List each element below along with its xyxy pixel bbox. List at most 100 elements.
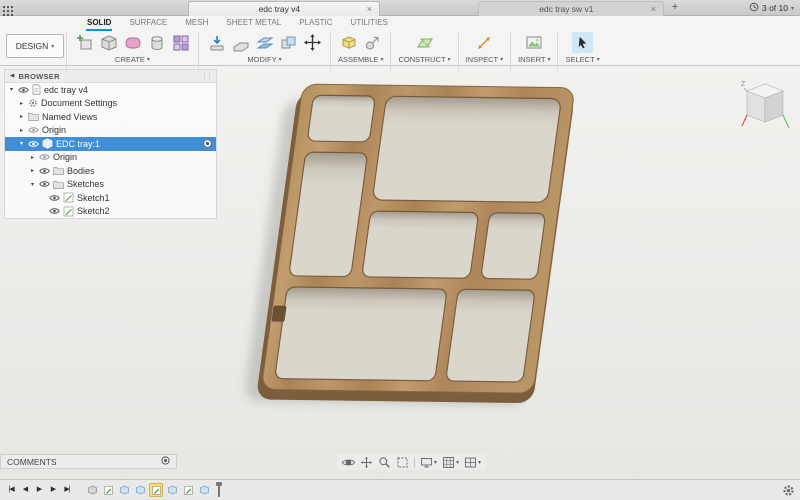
timeline-step-back-button[interactable]: ◀: [19, 483, 31, 497]
shell-button[interactable]: [254, 32, 275, 53]
fillet-button[interactable]: [230, 32, 251, 53]
joint-button[interactable]: [362, 32, 383, 53]
modify-dropdown[interactable]: MODIFY▾: [247, 55, 281, 64]
move-copy-button[interactable]: [302, 32, 323, 53]
navigation-bar: ▾ ▾ ▾: [337, 454, 486, 470]
tab-utilities[interactable]: UTILITIES: [350, 17, 389, 29]
browser-row-document[interactable]: ▾ edc tray v4: [5, 83, 216, 97]
close-icon[interactable]: ×: [365, 4, 374, 14]
comment-indicator-icon[interactable]: [161, 456, 170, 467]
browser-row-component-selected[interactable]: ▾ EDC tray:1: [5, 137, 216, 151]
measure-button[interactable]: [474, 32, 495, 53]
visibility-eye-icon[interactable]: [18, 86, 29, 94]
browser-row-document-settings[interactable]: ▸ Document Settings: [5, 97, 216, 111]
visibility-eye-icon[interactable]: [28, 140, 39, 148]
disclosure-closed-icon[interactable]: ▸: [18, 113, 25, 120]
browser-header[interactable]: ◀ BROWSER ⋮⋮: [5, 70, 216, 83]
select-tool-button[interactable]: [572, 32, 593, 53]
viewports-dropdown[interactable]: ▾: [464, 456, 481, 469]
display-settings-dropdown[interactable]: ▾: [420, 456, 437, 469]
pattern-tool-button[interactable]: [170, 32, 191, 53]
timeline-feature-icon[interactable]: [133, 483, 147, 497]
disclosure-open-icon[interactable]: ▾: [29, 181, 36, 188]
create-dropdown[interactable]: CREATE▾: [115, 55, 150, 64]
chevron-down-icon: ▾: [500, 56, 503, 63]
browser-row-sketches[interactable]: ▾ Sketches: [5, 178, 216, 192]
pocket-top-left: [307, 95, 375, 142]
document-tab-inactive[interactable]: edc tray sw v1 ×: [478, 1, 664, 16]
comments-bar[interactable]: COMMENTS: [0, 454, 177, 469]
insert-dropdown[interactable]: INSERT▾: [518, 55, 550, 64]
timeline-feature-icon[interactable]: [197, 483, 211, 497]
chevron-down-icon: ▾: [478, 459, 481, 466]
form-tool-button[interactable]: [122, 32, 143, 53]
insert-canvas-button[interactable]: [524, 32, 545, 53]
tab-surface[interactable]: SURFACE: [128, 17, 168, 29]
inspect-dropdown[interactable]: INSPECT▾: [466, 55, 504, 64]
pan-icon[interactable]: [360, 456, 373, 469]
activate-component-radio[interactable]: [203, 139, 212, 148]
assemble-dropdown[interactable]: ASSEMBLE▾: [338, 55, 383, 64]
timeline-playhead[interactable]: [215, 482, 223, 498]
browser-row-sketch2[interactable]: Sketch2: [5, 205, 216, 219]
visibility-eye-icon[interactable]: [39, 167, 50, 175]
press-pull-button[interactable]: [206, 32, 227, 53]
disclosure-closed-icon[interactable]: ▸: [29, 154, 36, 161]
drag-grip-icon[interactable]: ⋮⋮: [201, 72, 211, 80]
disclosure-open-icon[interactable]: ▾: [18, 140, 25, 147]
timeline-skip-start-button[interactable]: |◀: [5, 483, 17, 497]
timeline-feature-icon[interactable]: [101, 483, 115, 497]
timeline-feature-icon[interactable]: [181, 483, 195, 497]
workspace-dropdown[interactable]: DESIGN ▾: [6, 34, 64, 58]
browser-row-sketch1[interactable]: Sketch1: [5, 191, 216, 205]
visibility-eye-icon[interactable]: [49, 194, 60, 202]
visibility-eye-icon[interactable]: [39, 180, 50, 188]
grid-snap-dropdown[interactable]: ▾: [442, 456, 459, 469]
visibility-eye-icon[interactable]: [28, 126, 39, 134]
timeline-feature-icon[interactable]: [117, 483, 131, 497]
timeline-feature-icon[interactable]: [85, 483, 99, 497]
orbit-icon[interactable]: [342, 456, 355, 469]
browser-row-origin[interactable]: ▸ Origin: [5, 124, 216, 138]
browser-row-bodies[interactable]: ▸ Bodies: [5, 164, 216, 178]
tab-plastic[interactable]: PLASTIC: [298, 17, 333, 29]
timeline-step-forward-button[interactable]: ▶: [47, 483, 59, 497]
disclosure-closed-icon[interactable]: ▸: [18, 127, 25, 134]
combine-button[interactable]: [278, 32, 299, 53]
new-component-button[interactable]: [74, 32, 95, 53]
zoom-icon[interactable]: [378, 456, 391, 469]
fit-view-icon[interactable]: [396, 456, 409, 469]
assemble-component-button[interactable]: [338, 32, 359, 53]
disclosure-closed-icon[interactable]: ▸: [18, 100, 25, 107]
timeline-feature-icon-selected[interactable]: [149, 483, 163, 497]
tray-pockets: [275, 95, 562, 382]
edc-tray-model[interactable]: [244, 84, 576, 405]
tab-mesh[interactable]: MESH: [184, 17, 209, 29]
construct-dropdown[interactable]: CONSTRUCT▾: [398, 55, 450, 64]
visibility-eye-icon[interactable]: [49, 207, 60, 215]
view-cube[interactable]: Z: [738, 76, 792, 134]
select-dropdown[interactable]: SELECT▾: [565, 55, 599, 64]
box-tool-button[interactable]: [98, 32, 119, 53]
component-cube-icon: [42, 138, 53, 149]
job-status-button[interactable]: 3 of 10 ▾: [749, 0, 794, 16]
disclosure-closed-icon[interactable]: ▸: [29, 167, 36, 174]
disclosure-open-icon[interactable]: ▾: [8, 86, 15, 93]
timeline-skip-end-button[interactable]: ▶|: [61, 483, 73, 497]
tab-solid[interactable]: SOLID: [86, 17, 112, 29]
viewport-3d[interactable]: Z ◀ BROWSER ⋮⋮ ▾ edc tray v4 ▸ Document …: [0, 66, 800, 500]
document-tab-active[interactable]: edc tray v4 ×: [188, 1, 380, 16]
collapse-panel-icon[interactable]: ◀: [10, 73, 15, 79]
new-document-tab-button[interactable]: +: [668, 0, 682, 16]
construction-plane-button[interactable]: [414, 32, 435, 53]
timeline-feature-icon[interactable]: [165, 483, 179, 497]
gear-icon[interactable]: [782, 484, 795, 500]
browser-row-origin-child[interactable]: ▸ Origin: [5, 151, 216, 165]
tab-sheet-metal[interactable]: SHEET METAL: [225, 17, 282, 29]
visibility-eye-icon[interactable]: [39, 153, 50, 161]
cylinder-tool-button[interactable]: [146, 32, 167, 53]
browser-row-named-views[interactable]: ▸ Named Views: [5, 110, 216, 124]
app-grid-menu-icon[interactable]: [3, 3, 13, 21]
close-icon[interactable]: ×: [649, 4, 658, 14]
timeline-play-button[interactable]: ▶: [33, 483, 45, 497]
